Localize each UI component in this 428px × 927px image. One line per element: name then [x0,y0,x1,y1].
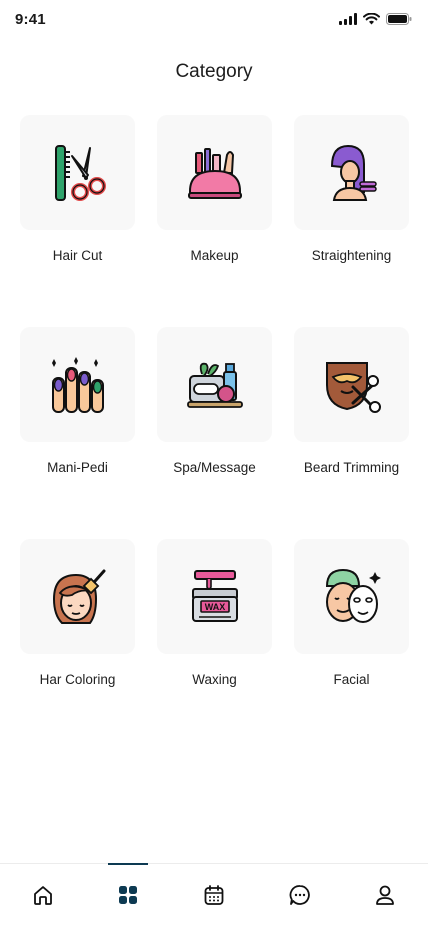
category-label: Beard Trimming [303,460,400,475]
category-tile[interactable] [20,539,135,654]
category-label: Facial [333,672,370,687]
category-hair-coloring[interactable]: Har Coloring [20,539,135,687]
category-label: Har Coloring [39,672,116,687]
comb-scissors-icon [54,144,106,201]
category-tile[interactable] [294,115,409,230]
nav-home[interactable] [0,864,86,927]
category-label: Makeup [190,248,239,263]
svg-text:WAX: WAX [204,602,225,612]
user-icon [376,885,395,905]
bottom-nav [0,863,428,927]
category-waxing[interactable]: WAX Waxing [157,539,272,687]
category-tile[interactable]: WAX [157,539,272,654]
category-tile[interactable] [20,115,135,230]
category-tile[interactable] [294,539,409,654]
facial-mask-icon [325,568,381,623]
wax-jar-icon: WAX [191,569,238,622]
category-facial[interactable]: Facial [294,539,409,687]
category-label: Spa/Message [173,460,256,475]
status-icons [339,13,412,25]
nav-messages[interactable] [257,864,343,927]
category-spa[interactable]: Spa/Message [157,327,272,475]
active-tab-indicator [108,863,149,865]
home-icon [33,886,52,905]
category-label: Mani-Pedi [47,460,108,475]
wifi-icon [363,13,380,25]
hair-coloring-icon [52,569,105,624]
nav-profile[interactable] [342,864,428,927]
category-label: Waxing [192,672,237,687]
makeup-kit-icon [187,147,242,199]
manicure-nails-icon [51,356,104,413]
page-title: Category [175,61,253,82]
nav-calendar[interactable] [171,864,257,927]
category-tile[interactable] [157,115,272,230]
battery-icon [386,13,412,25]
beard-scissors-icon [325,361,381,413]
category-grid: Hair Cut Makeup Straightening Mani-Pedi … [20,115,409,687]
category-tile[interactable] [20,327,135,442]
category-label: Hair Cut [52,248,103,263]
cellular-signal-icon [339,13,357,25]
nav-categories[interactable] [86,863,172,927]
spa-products-icon [186,362,243,408]
status-time: 9:41 [15,11,46,28]
category-mani-pedi[interactable]: Mani-Pedi [20,327,135,475]
calendar-icon [204,885,224,905]
category-beard-trimming[interactable]: Beard Trimming [294,327,409,475]
hair-straightener-icon [330,144,377,201]
category-tile[interactable] [157,327,272,442]
category-hair-cut[interactable]: Hair Cut [20,115,135,263]
status-bar: 9:41 [0,0,428,42]
category-tile[interactable] [294,327,409,442]
chat-icon [289,885,310,905]
category-makeup[interactable]: Makeup [157,115,272,263]
category-label: Straightening [311,248,392,263]
category-straightening[interactable]: Straightening [294,115,409,263]
grid-icon [119,886,138,904]
